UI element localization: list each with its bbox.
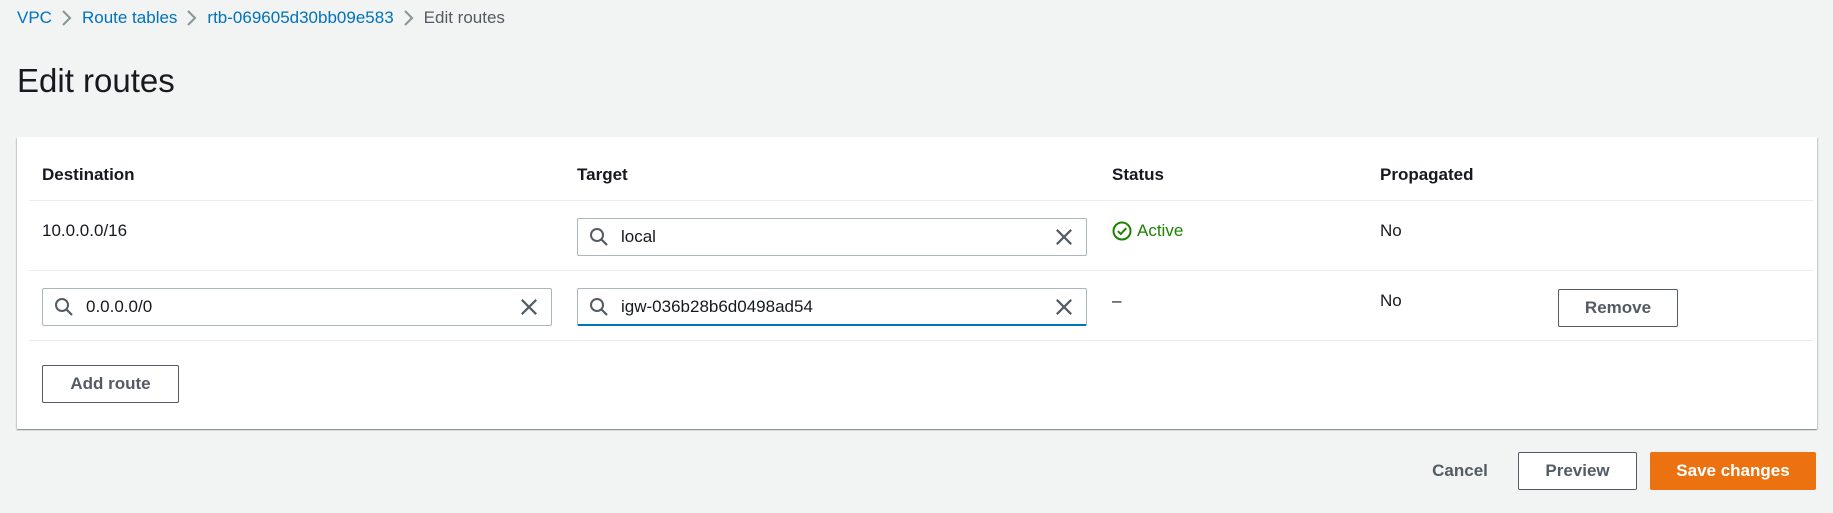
breadcrumb-vpc[interactable]: VPC <box>17 8 52 28</box>
cancel-button[interactable]: Cancel <box>1410 452 1510 490</box>
breadcrumb-route-table-id[interactable]: rtb-069605d30bb09e583 <box>207 8 393 28</box>
chevron-right-icon <box>52 9 82 27</box>
remove-route-button[interactable]: Remove <box>1558 289 1678 327</box>
target-value: local <box>621 227 656 246</box>
column-header-destination: Destination <box>42 165 135 184</box>
column-header-status: Status <box>1112 165 1164 184</box>
target-value: igw-036b28b6d0498ad54 <box>621 296 813 316</box>
column-header-propagated: Propagated <box>1380 165 1474 184</box>
target-search-input[interactable]: igw-036b28b6d0498ad54 <box>577 288 1087 326</box>
route-propagated: No <box>1380 221 1402 240</box>
breadcrumb: VPC Route tables rtb-069605d30bb09e583 E… <box>17 7 505 29</box>
route-propagated: No <box>1380 291 1402 310</box>
route-destination: 10.0.0.0/16 <box>42 221 128 240</box>
status-badge: Active <box>1112 221 1183 241</box>
target-search-input[interactable]: local <box>577 218 1087 256</box>
search-icon <box>589 227 609 247</box>
column-header-target: Target <box>577 165 628 184</box>
destination-value: 0.0.0.0/0 <box>86 297 153 316</box>
add-route-button[interactable]: Add route <box>42 365 179 403</box>
close-icon[interactable] <box>517 295 541 319</box>
page-title: Edit routes <box>17 62 175 99</box>
destination-search-input[interactable]: 0.0.0.0/0 <box>42 288 552 326</box>
header-divider <box>29 200 1813 201</box>
status-text: Active <box>1137 221 1184 240</box>
row-divider <box>29 270 1813 271</box>
close-icon[interactable] <box>1052 295 1076 319</box>
preview-button[interactable]: Preview <box>1518 452 1637 490</box>
chevron-right-icon <box>177 9 207 27</box>
close-icon[interactable] <box>1052 225 1076 249</box>
row-divider <box>29 340 1813 341</box>
breadcrumb-current: Edit routes <box>423 8 505 27</box>
search-icon <box>589 297 609 317</box>
check-circle-icon <box>1112 221 1132 241</box>
status-text: – <box>1112 291 1122 310</box>
search-icon <box>54 297 74 317</box>
routes-panel: Destination Target Status Propagated 10.… <box>17 137 1817 429</box>
chevron-right-icon <box>394 9 424 27</box>
breadcrumb-route-tables[interactable]: Route tables <box>82 8 177 28</box>
save-changes-button[interactable]: Save changes <box>1650 452 1816 490</box>
